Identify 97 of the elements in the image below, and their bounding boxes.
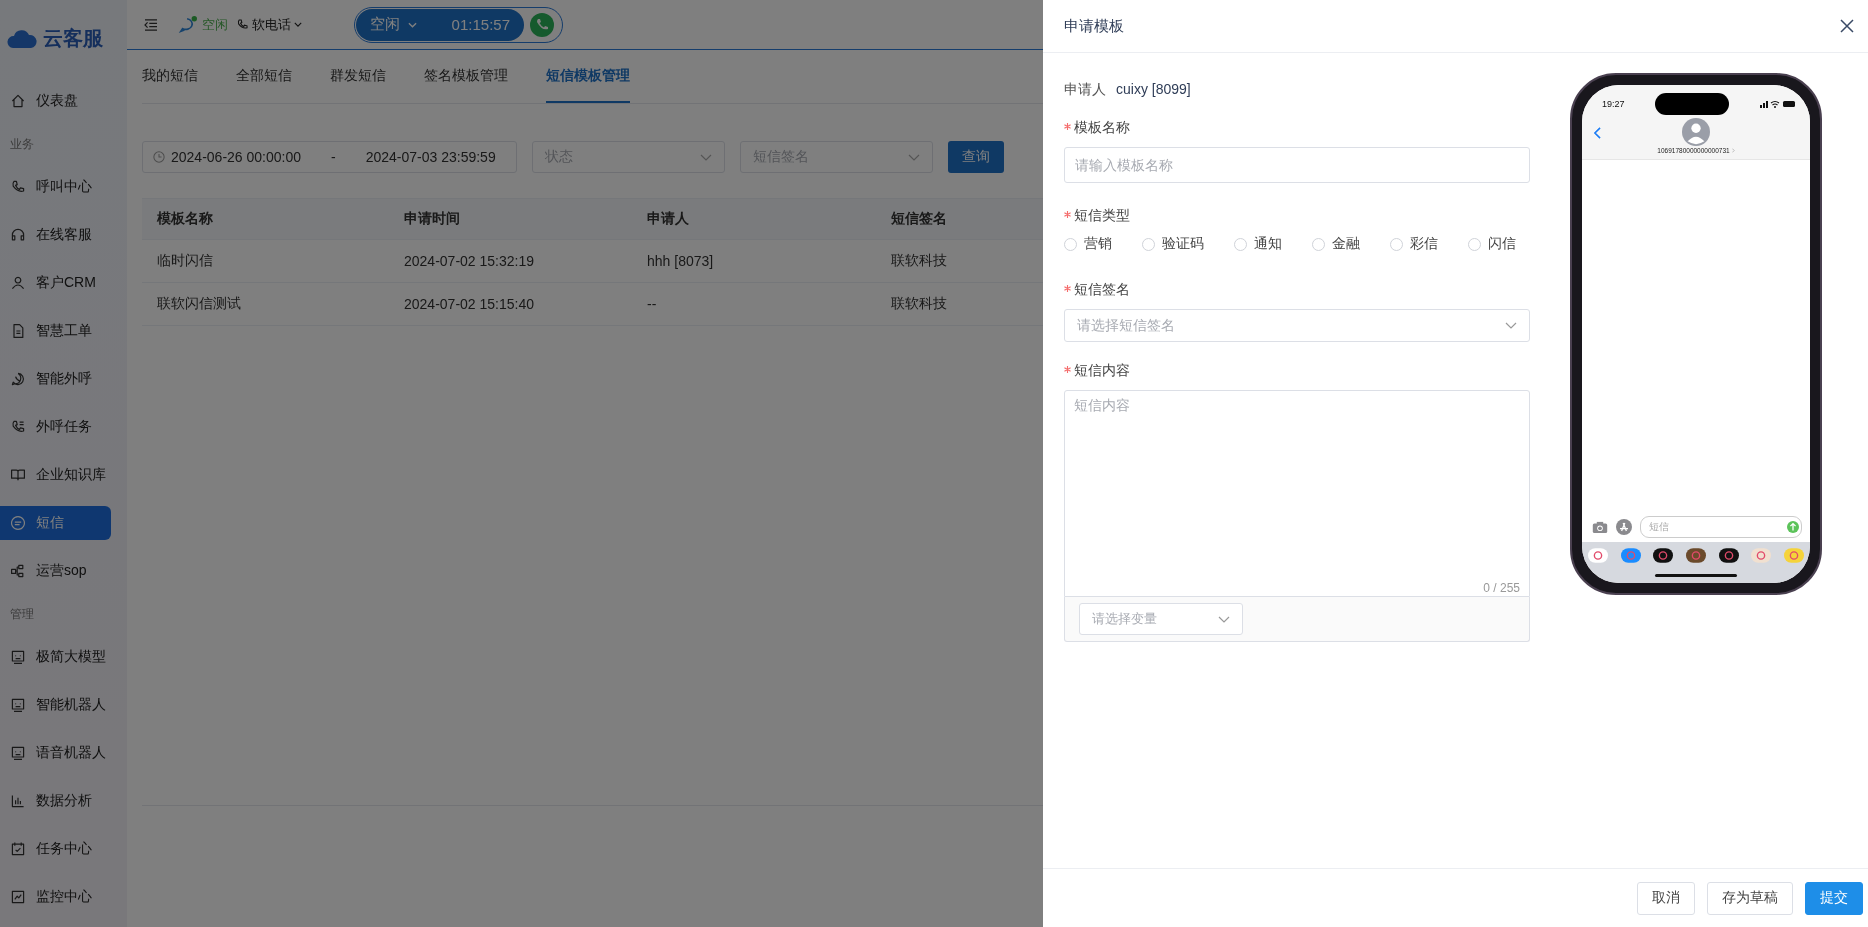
chevron-down-icon bbox=[700, 153, 712, 161]
phone-icon bbox=[10, 419, 26, 435]
sidebar-item[interactable]: 呼叫中心 bbox=[0, 170, 111, 204]
phone-time: 19:27 bbox=[1602, 99, 1625, 109]
app-icon[interactable] bbox=[1718, 548, 1739, 563]
chevron-down-icon bbox=[1505, 322, 1517, 329]
template-name-input[interactable]: 请输入模板名称 bbox=[1064, 147, 1530, 183]
sidebar-item[interactable]: 任务中心 bbox=[0, 832, 111, 866]
radio-option[interactable]: 闪信 bbox=[1468, 235, 1522, 253]
headset-icon bbox=[10, 227, 26, 243]
document-icon bbox=[10, 323, 26, 339]
radio-option[interactable]: 通知 bbox=[1234, 235, 1288, 253]
tab[interactable]: 签名模板管理 bbox=[424, 50, 508, 103]
phone-icon bbox=[236, 18, 249, 31]
sms-icon bbox=[10, 515, 26, 531]
sidebar-item[interactable]: 企业知识库 bbox=[0, 458, 111, 492]
chevron-down-icon bbox=[294, 22, 302, 27]
avatar-icon bbox=[1682, 118, 1710, 146]
character-counter: 0 / 255 bbox=[1483, 581, 1520, 595]
app-logo-text: 云客服 bbox=[43, 26, 103, 51]
sidebar-item[interactable]: 智能外呼 bbox=[0, 362, 111, 396]
send-arrow-icon[interactable] bbox=[1787, 521, 1799, 533]
table-cell: 2024-07-02 15:32:19 bbox=[389, 239, 632, 283]
message-input[interactable]: 短信 bbox=[1640, 516, 1802, 538]
field-label: 短信内容 bbox=[1074, 362, 1130, 380]
sidebar-item[interactable]: 语音机器人 bbox=[0, 736, 111, 770]
radio-option[interactable]: 金融 bbox=[1312, 235, 1366, 253]
sidebar-item[interactable]: 智慧工单 bbox=[0, 314, 111, 348]
drawer-title: 申请模板 bbox=[1064, 16, 1124, 36]
applicant-value: cuixy [8099] bbox=[1116, 81, 1191, 99]
submit-button[interactable]: 提交 bbox=[1805, 881, 1863, 915]
sidebar-item[interactable]: 客户CRM bbox=[0, 266, 111, 300]
call-button-icon[interactable] bbox=[530, 12, 554, 37]
date-range-field[interactable]: 2024-06-26 00:00:00 - 2024-07-03 23:59:59 bbox=[142, 141, 517, 173]
monitor-icon bbox=[10, 889, 26, 905]
robot-face-icon bbox=[10, 745, 26, 761]
home-icon bbox=[10, 93, 26, 109]
close-icon[interactable] bbox=[1840, 19, 1854, 33]
query-button[interactable]: 查询 bbox=[948, 141, 1004, 173]
start-date-text: 2024-06-26 00:00:00 bbox=[171, 149, 301, 165]
app-icon[interactable] bbox=[1685, 548, 1706, 563]
phone-icon bbox=[10, 179, 26, 195]
cloud-logo-icon bbox=[7, 29, 37, 48]
sidebar-item[interactable]: 监控中心 bbox=[0, 880, 111, 914]
app-store-icon[interactable] bbox=[1616, 519, 1632, 535]
clock-icon bbox=[153, 151, 165, 163]
chevron-down-icon bbox=[408, 21, 417, 28]
sidebar-item[interactable]: 外呼任务 bbox=[0, 410, 111, 444]
table-cell: 临时闪信 bbox=[142, 239, 389, 283]
radio-option[interactable]: 验证码 bbox=[1142, 235, 1210, 253]
app-icon[interactable] bbox=[1653, 548, 1674, 563]
date-separator: - bbox=[331, 149, 336, 165]
column-header: 模板名称 bbox=[142, 198, 389, 240]
book-icon bbox=[10, 467, 26, 483]
footer-button[interactable]: 取消 bbox=[1637, 881, 1695, 915]
sidebar-item[interactable]: 在线客服 bbox=[0, 218, 111, 252]
sidebar-item[interactable]: 短信 bbox=[0, 506, 111, 540]
end-date-text: 2024-07-03 23:59:59 bbox=[365, 149, 496, 165]
column-header: 申请人 bbox=[632, 198, 876, 240]
agent-status-text: 空闲 bbox=[202, 15, 228, 34]
tab[interactable]: 短信模板管理 bbox=[546, 50, 630, 103]
sidebar-item[interactable]: 智能机器人 bbox=[0, 688, 111, 722]
sidebar-item[interactable]: 数据分析 bbox=[0, 784, 111, 818]
sidebar-item[interactable]: 仪表盘 bbox=[0, 84, 111, 118]
applicant-label: 申请人 bbox=[1064, 81, 1106, 99]
footer-button[interactable]: 存为草稿 bbox=[1707, 881, 1793, 915]
menu-collapse-icon[interactable] bbox=[144, 18, 158, 31]
chevron-down-icon bbox=[1218, 615, 1230, 623]
phone-mode-dropdown[interactable]: 软电话 bbox=[236, 15, 302, 34]
camera-icon[interactable] bbox=[1592, 520, 1608, 534]
tab[interactable]: 全部短信 bbox=[236, 50, 292, 103]
sidebar-item[interactable]: 运营sop bbox=[0, 554, 111, 588]
chevron-down-icon bbox=[908, 153, 920, 161]
sidebar-section-label: 业务 bbox=[9, 135, 35, 153]
table-cell: 2024-07-02 15:15:40 bbox=[389, 282, 632, 326]
checklist-icon bbox=[10, 841, 26, 857]
robot-face-icon bbox=[10, 697, 26, 713]
bar-chart-icon bbox=[10, 793, 26, 809]
chevron-right-icon bbox=[1731, 148, 1735, 153]
column-header: 申请时间 bbox=[389, 198, 632, 240]
table-cell: 联软闪信测试 bbox=[142, 282, 389, 326]
call-status-dropdown[interactable]: 空闲 01:15:57 bbox=[356, 8, 524, 41]
variable-dropdown[interactable]: 请选择变量 bbox=[1079, 603, 1243, 635]
sidebar-section-label: 管理 bbox=[9, 605, 35, 623]
back-chevron-icon[interactable] bbox=[1594, 127, 1601, 139]
tab[interactable]: 群发短信 bbox=[330, 50, 386, 103]
user-icon bbox=[10, 275, 26, 291]
radio-option[interactable]: 彩信 bbox=[1390, 235, 1444, 253]
signal-wifi-battery-icon bbox=[1760, 100, 1796, 108]
field-label: 模板名称 bbox=[1074, 119, 1130, 137]
tab[interactable]: 我的短信 bbox=[142, 50, 198, 103]
flow-icon bbox=[10, 563, 26, 579]
sidebar-item[interactable]: 极简大模型 bbox=[0, 640, 111, 674]
signature-dropdown[interactable]: 请选择短信签名 bbox=[1064, 309, 1530, 342]
robot-face-icon bbox=[10, 649, 26, 665]
table-cell: -- bbox=[632, 282, 876, 326]
table-cell: hhh [8073] bbox=[632, 239, 876, 283]
